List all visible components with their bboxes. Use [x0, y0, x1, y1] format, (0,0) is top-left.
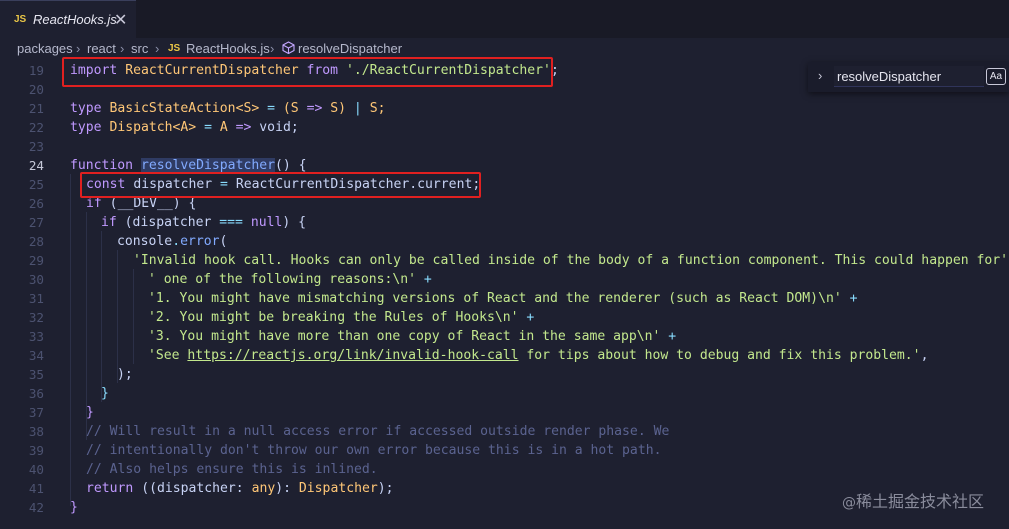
code-line-27: if (dispatcher === null) { — [101, 215, 307, 230]
code-line-22: type Dispatch<A> = A => void; — [70, 120, 299, 135]
line-number: 29 — [28, 253, 44, 268]
code-editor[interactable]: 19 20 21 22 23 24 25 26 27 28 29 30 31 32 33 34 35 36 37 38… — [0, 60, 1009, 529]
line-number: 22 — [28, 120, 44, 135]
line-number: 37 — [28, 405, 44, 420]
chevron-right-icon: › — [270, 41, 275, 56]
line-number: 28 — [28, 234, 44, 249]
line-number: 34 — [28, 348, 44, 363]
breadcrumb-react[interactable]: react — [87, 41, 116, 56]
code-line-21: type BasicStateAction<S> = (S => S) | S; — [70, 101, 386, 116]
line-number: 25 — [28, 177, 44, 192]
line-number: 36 — [28, 386, 44, 401]
line-number: 24 — [28, 158, 44, 173]
chevron-right-icon: › — [120, 41, 125, 56]
line-number: 20 — [28, 82, 44, 97]
line-number: 40 — [28, 462, 44, 477]
match-case-button[interactable]: Aa — [986, 68, 1006, 85]
symbol-method-icon — [282, 41, 295, 57]
line-number: 33 — [28, 329, 44, 344]
indent-guide — [101, 231, 102, 402]
code-line-33: '3. You might have more than one copy of… — [148, 329, 677, 344]
find-input[interactable]: resolveDispatcher — [834, 66, 984, 87]
line-number: 32 — [28, 310, 44, 325]
code-line-32: '2. You might be breaking the Rules of H… — [148, 310, 535, 325]
javascript-file-icon: JS — [168, 43, 181, 54]
close-icon[interactable]: ✕ — [114, 10, 127, 30]
code-line-31: '1. You might have mismatching versions … — [148, 291, 858, 306]
indent-guide — [70, 174, 71, 506]
breadcrumb-symbol[interactable]: resolveDispatcher — [298, 41, 402, 56]
breadcrumb-file[interactable]: ReactHooks.js — [186, 41, 270, 56]
code-line-40: // Also helps ensure this is inlined. — [86, 462, 378, 477]
code-line-36: } — [101, 386, 109, 401]
line-number: 27 — [28, 215, 44, 230]
indent-guide — [117, 250, 118, 383]
find-widget: › resolveDispatcher Aa — [808, 62, 1009, 92]
code-line-41: return ((dispatcher: any): Dispatcher); — [86, 481, 394, 496]
line-number: 21 — [28, 101, 44, 116]
line-number: 35 — [28, 367, 44, 382]
line-number: 23 — [28, 139, 44, 154]
chevron-right-icon: › — [76, 41, 81, 56]
tab-title: ReactHooks.js — [33, 12, 117, 27]
line-number: 31 — [28, 291, 44, 306]
line-number: 26 — [28, 196, 44, 211]
watermark-text: 稀土掘金技术社区 — [856, 492, 985, 511]
line-number: 42 — [28, 500, 44, 515]
chevron-right-icon[interactable]: › — [818, 68, 822, 83]
chevron-right-icon: › — [155, 41, 160, 56]
code-line-39: // intentionally don't throw our own err… — [86, 443, 662, 458]
code-line-29: 'Invalid hook call. Hooks can only be ca… — [133, 253, 1009, 268]
line-number: 41 — [28, 481, 44, 496]
highlight-box-import — [62, 57, 553, 87]
line-number: 19 — [28, 63, 44, 78]
code-line-35: ); — [117, 367, 133, 382]
code-line-30: ' one of the following reasons:\n' + — [148, 272, 432, 287]
code-line-37: } — [86, 405, 94, 420]
code-line-28: console.error( — [117, 234, 228, 249]
line-number: 30 — [28, 272, 44, 287]
breadcrumb-src[interactable]: src — [131, 41, 148, 56]
code-line-34: 'See https://reactjs.org/link/invalid-ho… — [148, 348, 929, 363]
watermark: @稀土掘金技术社区 — [842, 488, 984, 512]
line-number: 39 — [28, 443, 44, 458]
highlight-box-dispatcher — [80, 172, 481, 198]
line-number: 38 — [28, 424, 44, 439]
breadcrumb-packages[interactable]: packages — [17, 41, 73, 56]
javascript-file-icon: JS — [14, 14, 27, 25]
code-line-42: } — [70, 500, 78, 515]
watermark-at: @ — [842, 495, 856, 511]
indent-guide — [133, 269, 134, 364]
tab-reacthooks[interactable]: JS ReactHooks.js ✕ — [0, 0, 136, 38]
code-line-38: // Will result in a null access error if… — [86, 424, 670, 439]
tab-bar: JS ReactHooks.js ✕ — [0, 0, 1009, 38]
hook-call-link[interactable]: https://reactjs.org/link/invalid-hook-ca… — [187, 348, 518, 363]
